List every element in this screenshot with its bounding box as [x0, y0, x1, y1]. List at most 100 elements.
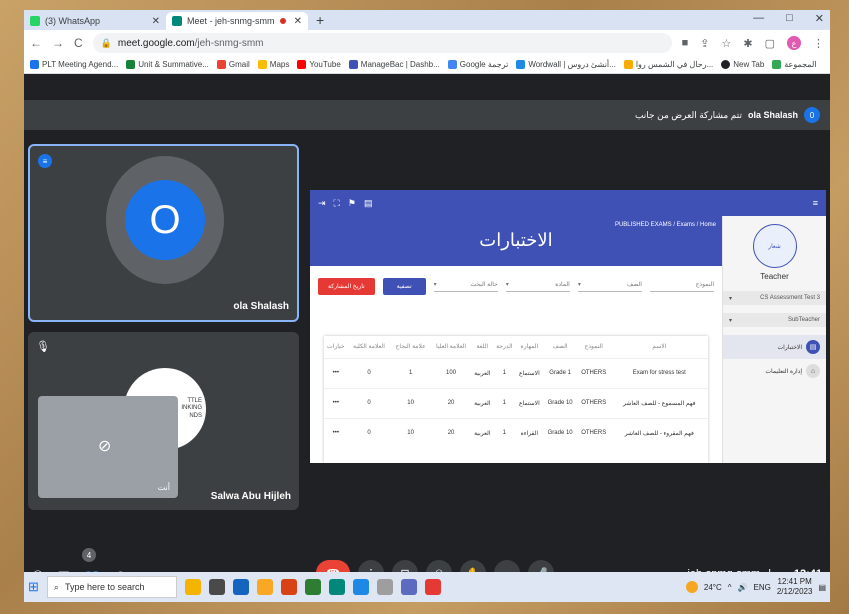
taskbar-clock[interactable]: 12:41 PM 2/12/2023 — [777, 577, 813, 596]
table-cell: الاستماع — [515, 387, 544, 418]
table-cell: 0 — [347, 387, 391, 418]
taskbar-search-input[interactable]: ⌕ Type here to search — [46, 576, 177, 598]
bookmark-label: YouTube — [309, 60, 341, 69]
options-menu[interactable]: ••• — [324, 357, 348, 388]
chevron-down-icon: ▾ — [729, 295, 733, 302]
logout-icon[interactable]: ⇥ — [318, 198, 326, 209]
close-icon[interactable]: ✕ — [152, 16, 160, 27]
menu-icon[interactable]: ⋮ — [813, 37, 824, 50]
table-row[interactable]: ••• 0 10 20 العربية 1 القراءة Grade 10 O… — [324, 417, 708, 448]
bookmark-label: رحال في الشمس روا... — [635, 60, 714, 69]
widgets-icon[interactable] — [184, 579, 201, 595]
clock-date: 2/12/2023 — [776, 587, 813, 596]
lang-indicator[interactable]: ENG — [754, 583, 771, 592]
page-header: PUBLISHED EXAMS / Exams / Home الاختبارا… — [310, 216, 722, 266]
table-row[interactable]: ••• 0 10 20 العربية 1 الاستماع Grade 10 … — [324, 387, 708, 418]
bookmark-item[interactable]: Wordwall | أنشئ دروس... — [516, 60, 616, 69]
sidebar-icon[interactable]: ▢ — [765, 37, 775, 50]
tab-whatsapp[interactable]: (3) WhatsApp ✕ — [24, 12, 166, 30]
menu-label: إدارة التعليمات — [765, 368, 802, 375]
edge-icon[interactable] — [328, 579, 345, 595]
file-explorer-icon[interactable] — [256, 579, 273, 595]
flag-icon[interactable]: ⚑ — [348, 198, 356, 209]
bookmark-icon — [30, 60, 39, 69]
minimize-button[interactable]: — — [753, 12, 764, 25]
options-menu[interactable]: ••• — [324, 417, 348, 448]
search-placeholder: Type here to search — [64, 582, 145, 592]
camera-icon[interactable]: ■ — [682, 37, 689, 49]
app-icon[interactable] — [376, 579, 393, 595]
bookmark-item[interactable]: Gmail — [216, 60, 250, 69]
bookmark-label: Google ترجمة — [459, 60, 509, 69]
class-select[interactable]: ▾ CS Assessment Test 3 — [723, 291, 826, 305]
url-host: meet.google.com — [117, 37, 195, 49]
temperature[interactable]: 24°C — [704, 583, 722, 592]
column-header: العلامة الكلية — [353, 344, 385, 351]
powerpoint-icon[interactable] — [280, 579, 297, 595]
task-view-icon[interactable] — [208, 579, 225, 595]
extensions-icon[interactable]: ✱ — [743, 37, 752, 50]
doc-icon[interactable]: ▤ — [364, 198, 373, 209]
table-cell: Grade 1 — [543, 357, 577, 388]
new-tab-button[interactable]: + — [316, 12, 324, 28]
back-icon[interactable]: ← — [30, 36, 42, 50]
participant-tile[interactable]: ≡ O ola Shalash — [28, 144, 299, 322]
column-header: خيارات — [327, 344, 345, 351]
chevron-down-icon: ▾ — [505, 282, 509, 288]
bookmark-item[interactable]: Google ترجمة — [447, 60, 509, 69]
model-field[interactable]: النموذج — [649, 281, 714, 292]
bookmark-item[interactable]: رحال في الشمس روا... — [623, 60, 714, 69]
word-icon[interactable] — [352, 579, 369, 595]
breadcrumb: PUBLISHED EXAMS / Exams / Home — [614, 222, 716, 228]
close-icon[interactable]: ✕ — [294, 16, 302, 27]
role-select[interactable]: ▾ SubTeacher — [723, 313, 826, 327]
share-icon[interactable]: ⇪ — [700, 37, 709, 50]
tab-meet[interactable]: Meet - jeh-snmg-smm ✕ — [166, 12, 308, 30]
bookmark-item[interactable]: المجموعة — [772, 60, 817, 69]
url-input[interactable]: 🔒 meet.google.com /jeh-snmg-smm — [92, 33, 672, 53]
date-button[interactable]: تاريخ المشاركة — [318, 278, 375, 295]
bookmark-item[interactable]: Unit & Summative... — [126, 60, 209, 69]
chevron-up-icon[interactable]: ^ — [728, 583, 732, 592]
avatar-ring: O — [106, 156, 224, 284]
address-bar: ← → C 🔒 meet.google.com /jeh-snmg-smm ■ … — [24, 30, 830, 56]
reload-icon[interactable]: C — [74, 36, 83, 50]
fullscreen-icon[interactable]: ⛶ — [334, 198, 340, 209]
app-topbar: ⇥ ⛶ ⚑ ▤ ≡ — [310, 190, 826, 216]
chrome-icon[interactable] — [424, 579, 441, 595]
presenter-count[interactable]: 0 — [804, 107, 820, 123]
notice-name: ola Shalash — [747, 110, 798, 120]
table-row[interactable]: ••• 0 1 100 العربية 1 الاستماع Grade 1 O… — [324, 357, 708, 388]
profile-avatar[interactable]: ع — [787, 36, 801, 50]
hamburger-icon[interactable]: ≡ — [813, 198, 818, 208]
weather-icon — [685, 581, 698, 593]
bookmark-item[interactable]: Maps — [257, 60, 289, 69]
bookmark-item[interactable]: New Tab — [721, 60, 764, 69]
bookmark-item[interactable]: YouTube — [297, 60, 341, 69]
menu-item-instructions[interactable]: إدارة التعليمات ⌂ — [723, 359, 826, 383]
options-menu[interactable]: ••• — [324, 387, 348, 418]
column-header: الاسم — [652, 344, 667, 351]
outlook-icon[interactable] — [232, 579, 249, 595]
participant-tile[interactable]: 🎙 TTLE INKING NDS ⊘ أنت Salwa Abu Hijleh — [28, 332, 299, 510]
bookmark-item[interactable]: ManageBac | Dashb... — [348, 60, 440, 69]
teams-icon[interactable] — [400, 579, 417, 595]
notifications-icon[interactable]: ▤ — [818, 583, 826, 592]
excel-icon[interactable] — [304, 579, 321, 595]
maximize-button[interactable]: □ — [786, 12, 793, 25]
status-field[interactable]: ▾ حالة البحث — [433, 281, 498, 292]
bookmark-item[interactable]: PLT Meeting Agend... — [30, 60, 118, 69]
forward-icon[interactable]: → — [52, 36, 64, 50]
screen: (3) WhatsApp ✕ Meet - jeh-snmg-smm ✕ + —… — [24, 10, 830, 602]
close-window-button[interactable]: ✕ — [815, 12, 824, 25]
table-cell: 20 — [430, 417, 472, 448]
grade-field[interactable]: ▾ الصف — [577, 281, 642, 292]
volume-icon[interactable]: 🔊 — [738, 583, 748, 592]
star-icon[interactable]: ☆ — [722, 37, 732, 50]
windows-start-icon[interactable]: ⊞ — [28, 579, 39, 595]
subject-field[interactable]: ▾ المادة — [505, 281, 570, 292]
filter-button[interactable]: تصفية — [382, 278, 426, 295]
menu-item-exams[interactable]: الاختبارات ▤ — [723, 335, 826, 359]
self-view[interactable]: ⊘ أنت — [38, 396, 178, 498]
table-cell: العربية — [471, 357, 494, 388]
